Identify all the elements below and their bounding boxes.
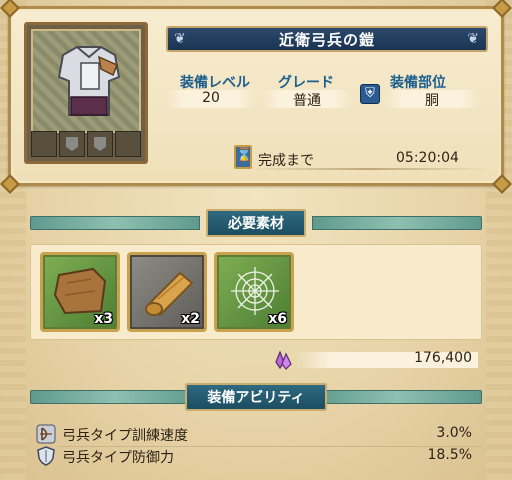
- time-underline: [248, 168, 488, 170]
- ability-name: 弓兵タイプ訓練速度: [62, 428, 188, 444]
- archer-icon: [36, 424, 56, 444]
- time-remaining-value: 05:20:04: [396, 150, 459, 166]
- hourglass-icon: ⌛: [234, 145, 252, 169]
- header-wing: [312, 216, 482, 230]
- material-slot-cloth[interactable]: x2: [127, 252, 207, 332]
- ornament-icon: ❦: [174, 31, 187, 47]
- material-slot-leather[interactable]: x3: [40, 252, 120, 332]
- equipment-name: 近衛弓兵の鎧: [278, 30, 375, 49]
- materials-section-header: 必要素材: [30, 209, 482, 237]
- armor-icon: [57, 46, 121, 116]
- header-wing: [30, 216, 200, 230]
- slot-value: 胴: [384, 90, 480, 109]
- abilities-section-header: 装備アビリティ: [30, 383, 482, 411]
- shield-icon: [37, 446, 55, 466]
- grade-value: 普通: [262, 90, 352, 109]
- material-qty: x3: [94, 311, 113, 327]
- crystal-icon: [275, 350, 292, 370]
- spider-web-icon: [231, 267, 279, 315]
- material-slot-web[interactable]: x6: [214, 252, 294, 332]
- header-wing: [312, 390, 482, 404]
- level-value: 20: [166, 90, 256, 108]
- portrait-background: [31, 29, 141, 133]
- materials-header-label: 必要素材: [206, 209, 306, 237]
- empty-slot: [115, 131, 141, 157]
- cost-value: 176,400: [414, 350, 472, 366]
- slot-label: 装備部位: [390, 75, 446, 91]
- ability-name: 弓兵タイプ防御力: [62, 450, 174, 466]
- ability-value: 3.0%: [436, 425, 472, 441]
- header-wing: [30, 390, 200, 404]
- level-label: 装備レベル: [180, 75, 250, 91]
- empty-slot: [31, 131, 57, 157]
- equipment-portrait[interactable]: [24, 22, 148, 164]
- ability-row: 弓兵タイプ防御力 18.5%: [30, 446, 482, 466]
- equipment-slots: [31, 131, 141, 157]
- ability-row: 弓兵タイプ訓練速度 3.0%: [30, 424, 482, 447]
- time-remaining-label: 完成まで: [258, 153, 314, 169]
- abilities-header-label: 装備アビリティ: [185, 383, 327, 411]
- equipment-name-banner: ❦ 近衛弓兵の鎧 ❦: [166, 26, 488, 52]
- body-armor-icon: ⛨: [360, 84, 380, 104]
- ornament-icon: ❦: [467, 31, 480, 47]
- slot-shield-icon: [59, 131, 85, 157]
- leather-icon: [53, 267, 107, 315]
- slot-shield-icon: [87, 131, 113, 157]
- ability-value: 18.5%: [427, 447, 472, 463]
- cloth-roll-icon: [145, 271, 194, 317]
- grade-label: グレード: [278, 75, 334, 91]
- material-qty: x6: [268, 311, 287, 327]
- material-qty: x2: [181, 311, 200, 327]
